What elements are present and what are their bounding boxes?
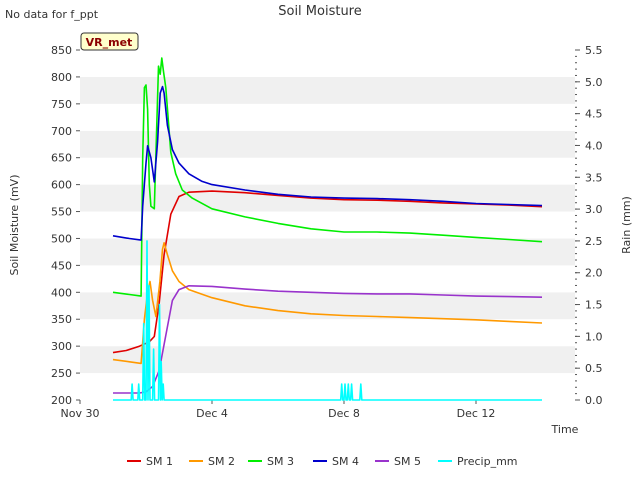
y-tick-label: 200 [51, 394, 72, 407]
legend-label-sm-1: SM 1 [146, 455, 173, 468]
vr-met-badge-label: VR_met [86, 36, 133, 49]
legend-label-sm-3: SM 3 [267, 455, 294, 468]
chart-title: Soil Moisture [278, 4, 362, 19]
legend-label-sm-2: SM 2 [208, 455, 235, 468]
legend-label-sm-4: SM 4 [332, 455, 359, 468]
soil-moisture-chart: No data for f_ppt Soil Moisture 200 250 30… [5, 4, 633, 468]
y2-tick-label: 5.0 [585, 76, 603, 89]
y-axis-right: 0.0 0.5 1.0 1.5 2.0 2.5 3.0 3.5 4.0 4.5 5.0 5.5 [575, 44, 603, 407]
y2-tick-label: 4.0 [585, 139, 603, 152]
x-tick-label: Dec 8 [328, 407, 360, 420]
x-tick-label: Dec 12 [457, 407, 496, 420]
no-data-note: No data for f_ppt [5, 8, 99, 21]
grid-band [80, 211, 575, 239]
y-tick-label: 600 [51, 179, 72, 192]
grid-band [80, 130, 575, 158]
x-axis-label: Time [551, 423, 579, 436]
y-tick-label: 550 [51, 206, 72, 219]
legend: SM 1 SM 2 SM 3 SM 4 SM 5 Precip_mm [127, 455, 518, 468]
y-tick-label: 650 [51, 152, 72, 165]
y2-tick-label: 2.5 [585, 235, 603, 248]
y-tick-label: 250 [51, 367, 72, 380]
vr-met-badge: VR_met [80, 32, 139, 51]
grid-band [80, 76, 575, 104]
y-tick-label: 300 [51, 340, 72, 353]
y-tick-label: 850 [51, 44, 72, 57]
y2-tick-label: 4.5 [585, 108, 603, 121]
grid-band [80, 103, 575, 131]
legend-label-sm-5: SM 5 [394, 455, 421, 468]
y2-tick-label: 0.0 [585, 394, 603, 407]
x-axis: Nov 30 Dec 4 Dec 8 Dec 12 [61, 400, 496, 420]
y-tick-label: 400 [51, 286, 72, 299]
y2-tick-label: 1.0 [585, 330, 603, 343]
y-tick-label: 350 [51, 313, 72, 326]
y-tick-label: 800 [51, 71, 72, 84]
y2-tick-label: 5.5 [585, 44, 603, 57]
y2-tick-label: 0.5 [585, 362, 603, 375]
legend-label-precip-mm: Precip_mm [457, 455, 518, 468]
x-tick-label: Dec 4 [196, 407, 228, 420]
grid-band [80, 50, 575, 77]
y2-tick-label: 2.0 [585, 267, 603, 280]
x-tick-label: Nov 30 [61, 407, 100, 420]
grid-bands [80, 50, 575, 400]
y2-tick-label: 3.5 [585, 171, 603, 184]
grid-band [80, 238, 575, 266]
y-tick-label: 500 [51, 232, 72, 245]
y2-tick-label: 3.0 [585, 203, 603, 216]
y-axis-label: Soil Moisture (mV) [8, 175, 21, 276]
y-tick-label: 700 [51, 125, 72, 138]
y-axis-left: 200 250 300 350 400 450 500 550 600 650 700 750 800 8… [51, 44, 80, 407]
y-tick-label: 750 [51, 98, 72, 111]
y2-axis-label: Rain (mm) [620, 196, 633, 254]
y-tick-label: 450 [51, 259, 72, 272]
y2-tick-label: 1.5 [585, 299, 603, 312]
grid-band [80, 265, 575, 293]
